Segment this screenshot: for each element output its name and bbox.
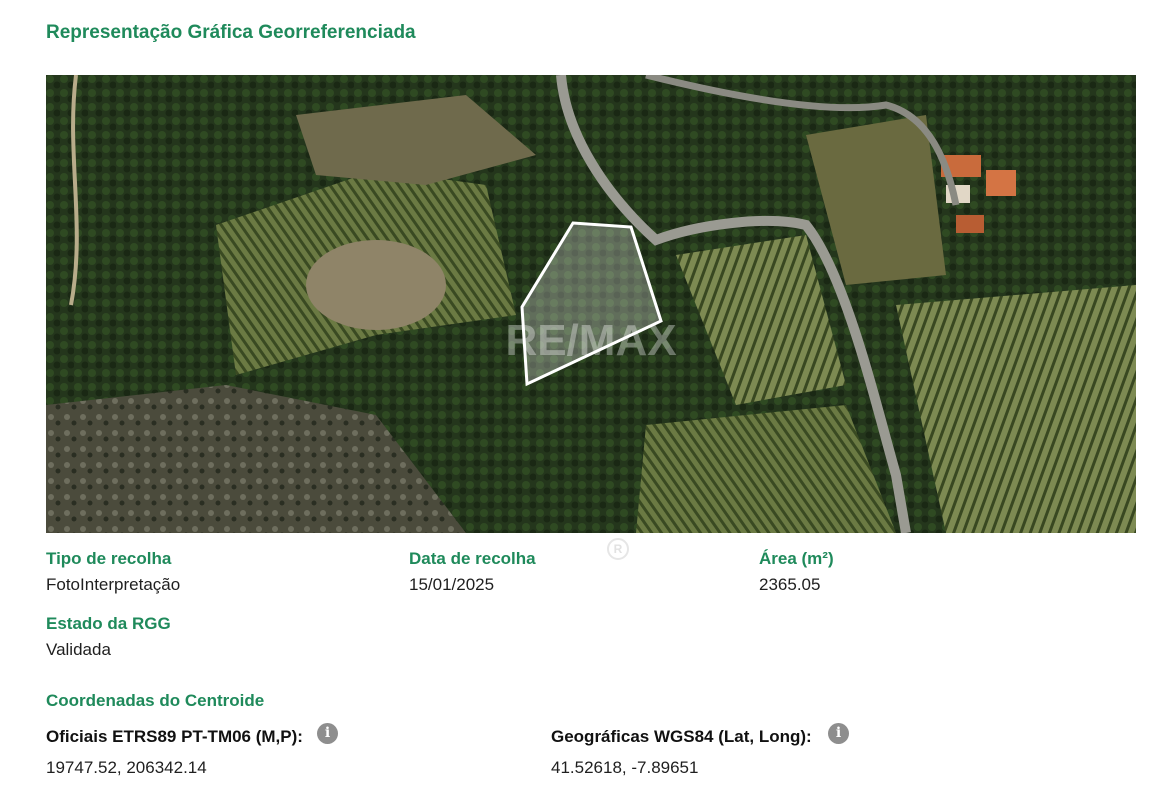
registered-mark-icon: R: [607, 538, 629, 560]
map-image: RE/MAX: [46, 75, 1136, 533]
oficiais-label: Oficiais ETRS89 PT-TM06 (M,P):: [46, 727, 303, 746]
remax-watermark: RE/MAX: [505, 316, 676, 365]
data-recolha-value: 15/01/2025: [409, 575, 495, 594]
info-icon[interactable]: i: [828, 723, 849, 744]
estado-rgg-value: Validada: [46, 640, 111, 659]
info-icon[interactable]: i: [317, 723, 338, 744]
geograficas-value: 41.52618, -7.89651: [551, 758, 699, 777]
estado-rgg-label: Estado da RGG: [46, 614, 171, 633]
area-label: Área (m²): [759, 549, 834, 568]
area-value: 2365.05: [759, 575, 821, 594]
tipo-recolha-value: FotoInterpretação: [46, 575, 181, 594]
oficiais-value: 19747.52, 206342.14: [46, 758, 207, 777]
tipo-recolha-label: Tipo de recolha: [46, 549, 172, 568]
coordinates-heading: Coordenadas do Centroide: [46, 691, 265, 710]
geograficas-label: Geográficas WGS84 (Lat, Long):: [551, 727, 812, 746]
data-recolha-label: Data de recolha: [409, 549, 536, 568]
section-title: Representação Gráfica Georreferenciada: [46, 22, 416, 43]
satellite-map[interactable]: RE/MAX: [46, 75, 1136, 533]
